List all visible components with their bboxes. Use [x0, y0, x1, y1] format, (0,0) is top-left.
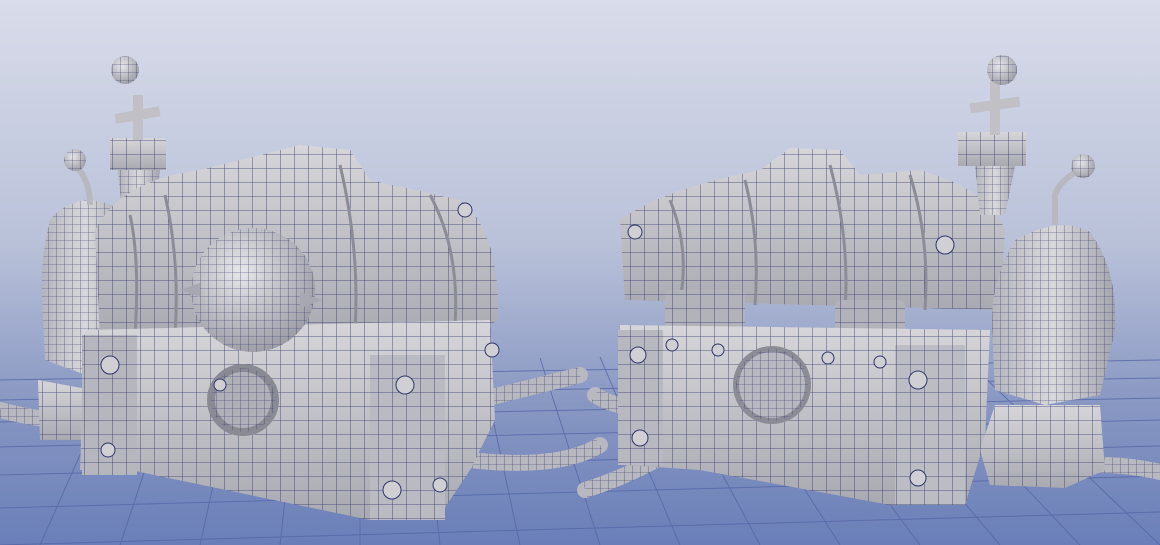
3d-viewport[interactable]: [0, 0, 1160, 545]
treasure-chest-left[interactable]: [0, 56, 608, 520]
viewport-canvas: [0, 55, 1160, 545]
treasure-chest-right[interactable]: [577, 55, 1160, 505]
